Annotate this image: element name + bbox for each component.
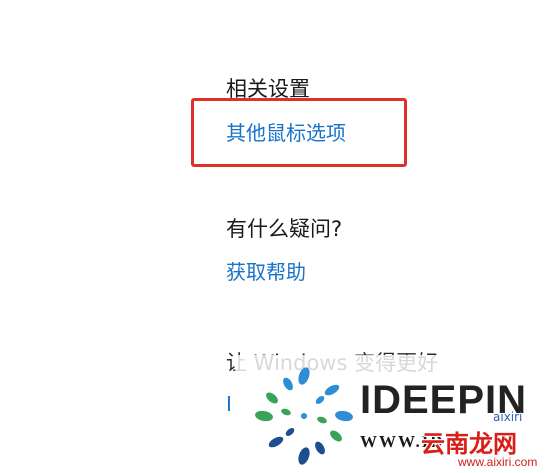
watermark-site-url: www.aixiri.com: [458, 455, 538, 469]
highlight-box: [191, 98, 407, 167]
watermark-site-name: 云南龙网: [421, 430, 517, 458]
pinwheel-logo-icon: [255, 367, 353, 465]
give-feedback-link[interactable]: I: [226, 392, 232, 416]
question-heading: 有什么疑问?: [226, 217, 343, 241]
get-help-link[interactable]: 获取帮助: [226, 256, 306, 285]
watermark-small-text: aixiri: [493, 410, 523, 424]
